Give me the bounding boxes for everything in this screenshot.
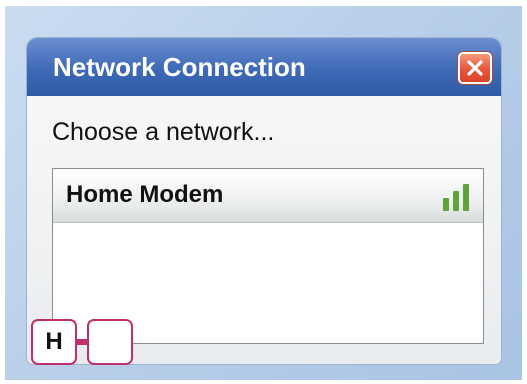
- signal-bar: [463, 184, 469, 211]
- title-bar[interactable]: Network Connection: [27, 38, 501, 96]
- network-list[interactable]: Home Modem: [52, 168, 484, 344]
- key-h[interactable]: H: [31, 319, 77, 365]
- screen: Network Connection Choose a network... H…: [0, 0, 527, 384]
- network-connection-dialog: Network Connection Choose a network... H…: [27, 38, 501, 364]
- key-label: [89, 321, 131, 363]
- key-connector: [77, 339, 87, 345]
- key-blank[interactable]: [87, 319, 133, 365]
- network-name: Home Modem: [66, 181, 224, 208]
- choose-network-prompt: Choose a network...: [52, 118, 275, 146]
- close-button[interactable]: [458, 52, 492, 84]
- signal-bar: [453, 191, 459, 211]
- network-item-home-modem[interactable]: Home Modem: [53, 169, 483, 223]
- window-title: Network Connection: [53, 52, 306, 82]
- signal-bar: [443, 198, 449, 211]
- signal-strength-icon: [443, 183, 473, 211]
- close-icon: [467, 60, 483, 76]
- keyboard-tray: H: [31, 319, 141, 367]
- key-label: H: [45, 328, 63, 355]
